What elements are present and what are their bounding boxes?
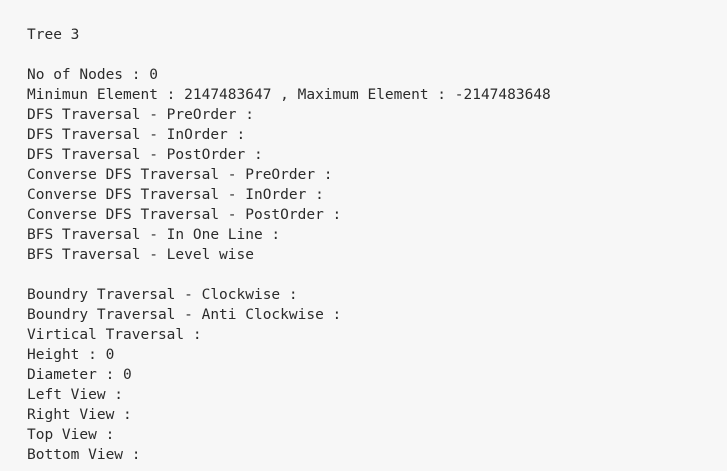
dfs-preorder-line: DFS Traversal - PreOrder : xyxy=(27,107,254,123)
converse-dfs-postorder-line: Converse DFS Traversal - PostOrder : xyxy=(27,207,342,223)
bfs-one-line-line: BFS Traversal - In One Line : xyxy=(27,227,281,243)
converse-dfs-preorder-line: Converse DFS Traversal - PreOrder : xyxy=(27,167,333,183)
vertical-traversal-line: Virtical Traversal : xyxy=(27,327,202,343)
top-view-line: Top View : xyxy=(27,427,115,443)
boundary-anticlockwise-line: Boundry Traversal - Anti Clockwise : xyxy=(27,307,342,323)
right-view-line: Right View : xyxy=(27,407,132,423)
console-title: Tree 3 xyxy=(27,27,80,43)
converse-dfs-inorder-line: Converse DFS Traversal - InOrder : xyxy=(27,187,324,203)
min-max-element-line: Minimun Element : 2147483647 , Maximum E… xyxy=(27,87,551,103)
bottom-view-line: Bottom View : xyxy=(27,447,141,463)
height-line: Height : 0 xyxy=(27,347,115,363)
dfs-postorder-line: DFS Traversal - PostOrder : xyxy=(27,147,263,163)
boundary-clockwise-line: Boundry Traversal - Clockwise : xyxy=(27,287,298,303)
diameter-line: Diameter : 0 xyxy=(27,367,132,383)
node-count-line: No of Nodes : 0 xyxy=(27,67,158,83)
dfs-inorder-line: DFS Traversal - InOrder : xyxy=(27,127,246,143)
left-view-line: Left View : xyxy=(27,387,124,403)
bfs-level-wise-line: BFS Traversal - Level wise xyxy=(27,247,254,263)
console-output: Tree 3 No of Nodes : 0 Minimun Element :… xyxy=(0,0,727,471)
